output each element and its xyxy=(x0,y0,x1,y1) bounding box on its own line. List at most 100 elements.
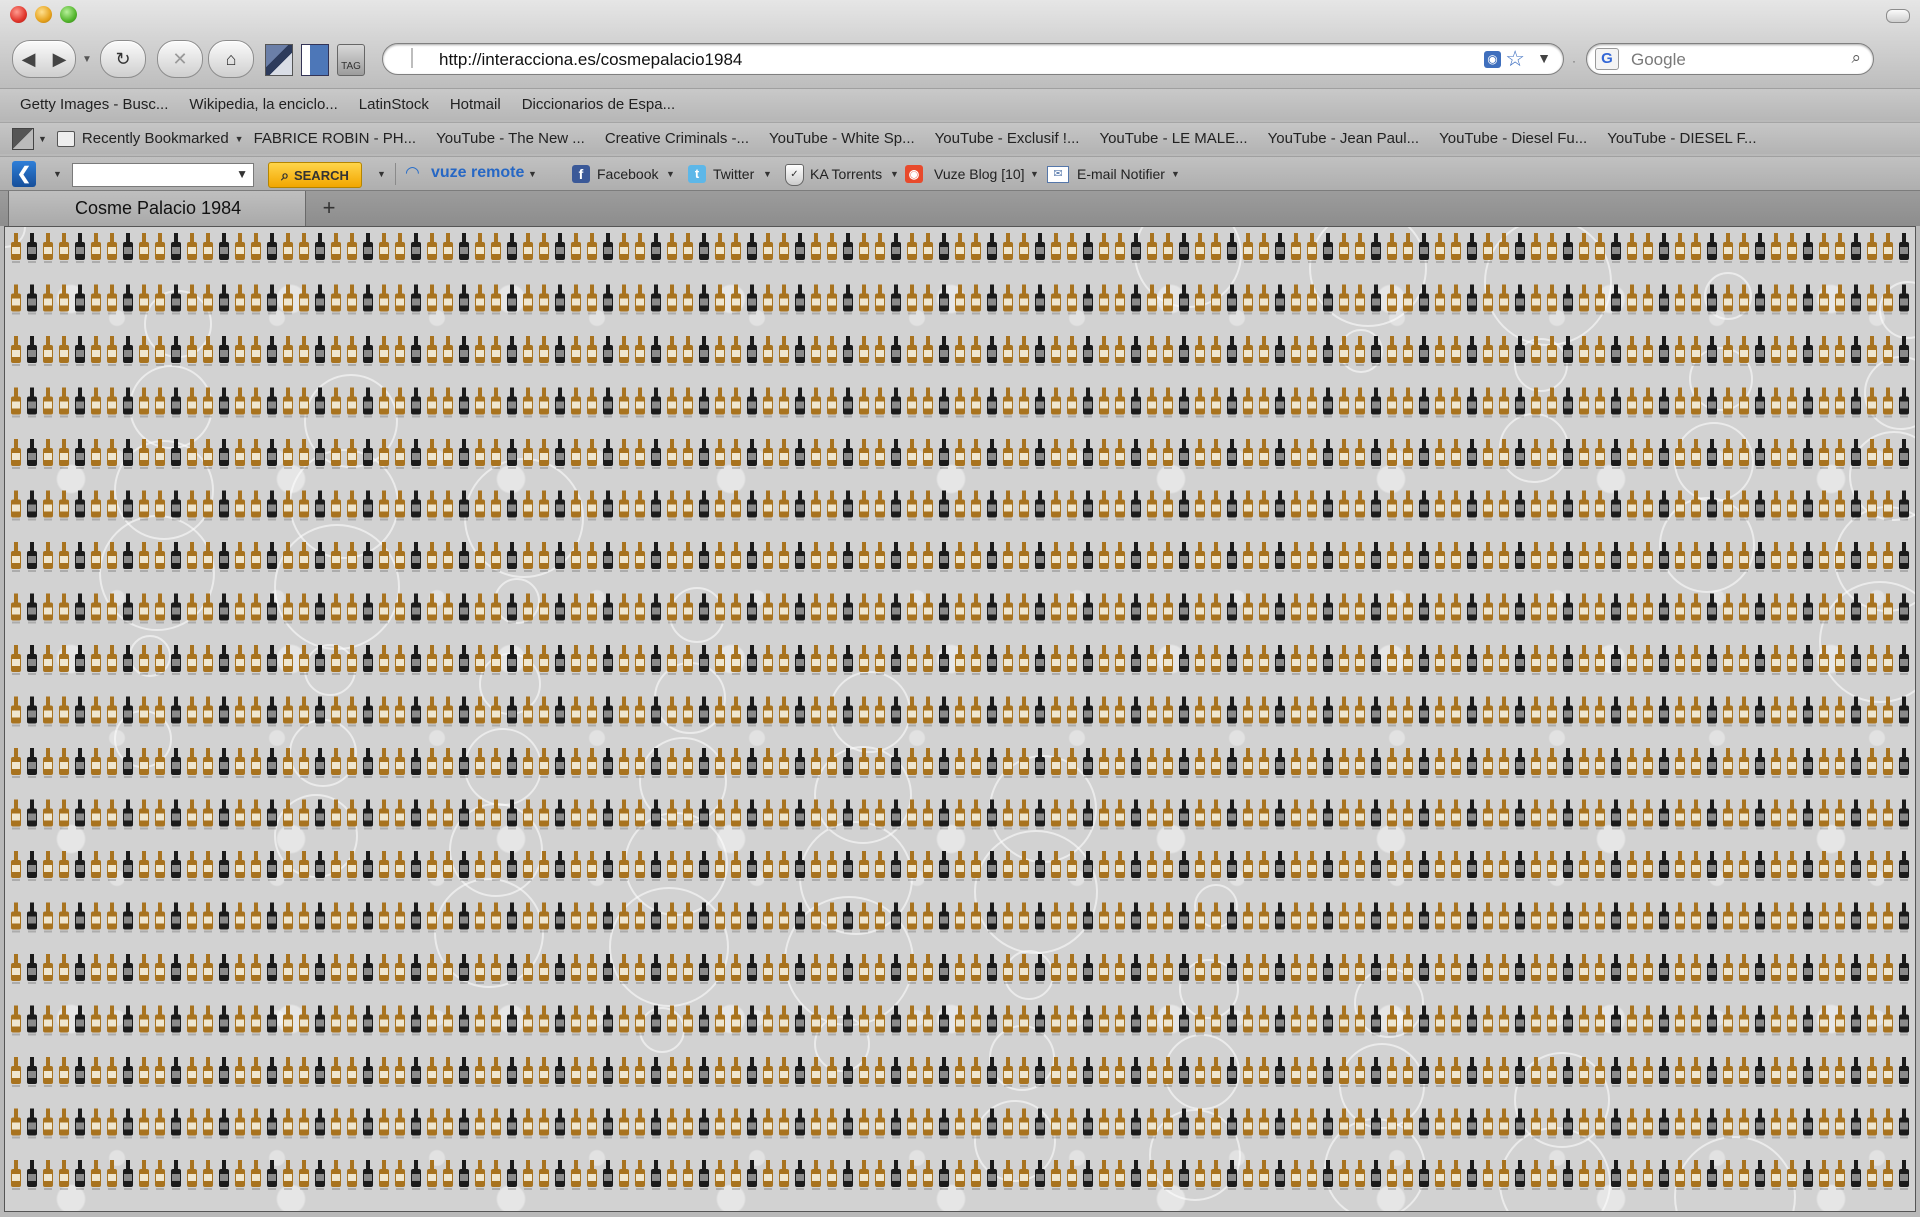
rss-feed-icon[interactable]: ◉ xyxy=(1484,51,1501,68)
bookmark-getty[interactable]: Getty Images - Busc... xyxy=(20,96,168,113)
vuze-remote-button[interactable]: vuze remote xyxy=(431,164,524,182)
bookmark-latinstock[interactable]: LatinStock xyxy=(359,96,429,113)
search-options-dropdown-icon[interactable]: ▼ xyxy=(377,169,386,179)
bottle-icon xyxy=(59,439,69,469)
bottle-icon xyxy=(1675,1005,1685,1036)
search-box[interactable]: G Google ⌕ xyxy=(1586,43,1874,75)
google-engine-icon[interactable]: G xyxy=(1595,48,1619,70)
tag-icon[interactable]: TAG xyxy=(337,44,365,76)
twitter-button[interactable]: Twitter xyxy=(713,166,754,182)
vuze-search-input[interactable]: ▼ xyxy=(72,163,254,187)
bottle-icon xyxy=(475,490,485,521)
vuze-search-button[interactable]: ⌕ SEARCH xyxy=(268,162,362,188)
smart-bookmarks-icon[interactable] xyxy=(12,127,34,150)
folder-icon xyxy=(56,130,75,147)
bookmark-item[interactable]: YouTube - Jean Paul... xyxy=(1268,130,1420,147)
bottle-icon xyxy=(235,542,245,572)
chevron-down-icon[interactable]: ▼ xyxy=(236,167,248,181)
vuze-blog-dropdown-icon[interactable]: ▼ xyxy=(1030,169,1039,179)
address-bar[interactable]: http://interacciona.es/cosmepalacio1984 … xyxy=(382,43,1564,75)
minimize-window-button[interactable] xyxy=(35,6,52,23)
bottle-icon xyxy=(251,1005,261,1036)
bottle-icon xyxy=(1371,645,1381,675)
bottle-icon xyxy=(1403,954,1413,984)
new-tab-button[interactable]: + xyxy=(316,195,342,221)
search-magnifier-icon[interactable]: ⌕ xyxy=(1851,48,1861,68)
vuze-blog-button[interactable]: Vuze Blog [10] xyxy=(934,166,1025,182)
bottle-icon xyxy=(59,748,69,778)
history-dropdown-icon[interactable]: ▼ xyxy=(82,54,92,65)
stop-button[interactable]: ✕ xyxy=(157,40,203,78)
bottle-icon xyxy=(1387,233,1397,263)
forward-icon[interactable]: ▶ xyxy=(53,49,67,70)
bottle-icon xyxy=(651,593,661,624)
bottle-icon xyxy=(971,696,981,727)
vuze-menu-dropdown-icon[interactable]: ▼ xyxy=(53,169,62,179)
vuze-remote-dropdown-icon[interactable]: ▼ xyxy=(528,169,537,179)
bottle-icon xyxy=(523,1108,533,1139)
bookmark-item[interactable]: YouTube - The New ... xyxy=(436,130,585,147)
sidebar-toggle-icon[interactable] xyxy=(301,44,329,76)
tab-cosme-palacio[interactable]: Cosme Palacio 1984 xyxy=(8,191,306,226)
recently-bookmarked-folder[interactable]: Recently Bookmarked xyxy=(82,130,229,147)
vuze-logo-icon[interactable]: ❮ xyxy=(12,161,36,187)
bottle-icon xyxy=(1323,593,1333,624)
bottle-icon xyxy=(1595,748,1605,778)
bookmark-star-icon[interactable]: ☆ xyxy=(1505,46,1525,72)
bookmark-item[interactable]: YouTube - Exclusif !... xyxy=(935,130,1080,147)
smart-bookmarks-dropdown-icon[interactable]: ▼ xyxy=(38,134,47,144)
bottle-icon xyxy=(475,542,485,572)
bottle-icon xyxy=(155,439,165,469)
facebook-button[interactable]: Facebook xyxy=(597,166,658,182)
bottle-icon xyxy=(1723,902,1733,933)
bottle-icon xyxy=(1579,490,1589,521)
bookmark-item[interactable]: Creative Criminals -... xyxy=(605,130,749,147)
ka-torrents-dropdown-icon[interactable]: ▼ xyxy=(890,169,899,179)
bookmark-wikipedia[interactable]: Wikipedia, la enciclo... xyxy=(189,96,337,113)
bottle-icon xyxy=(1467,336,1477,366)
bottle-icon xyxy=(523,902,533,933)
bottle-icon xyxy=(715,1005,725,1036)
bottle-icon xyxy=(283,954,293,984)
twitter-dropdown-icon[interactable]: ▼ xyxy=(763,169,772,179)
bookmark-hotmail[interactable]: Hotmail xyxy=(450,96,501,113)
ka-torrents-button[interactable]: KA Torrents xyxy=(810,166,882,182)
email-notifier-dropdown-icon[interactable]: ▼ xyxy=(1171,169,1180,179)
bookmark-item[interactable]: YouTube - DIESEL F... xyxy=(1607,130,1756,147)
back-icon[interactable]: ◀ xyxy=(22,49,36,70)
site-identity-icon[interactable] xyxy=(411,48,427,68)
toolbar-toggle-button[interactable] xyxy=(1886,9,1910,23)
address-text[interactable]: http://interacciona.es/cosmepalacio1984 xyxy=(439,50,742,70)
zoom-window-button[interactable] xyxy=(60,6,77,23)
facebook-dropdown-icon[interactable]: ▼ xyxy=(666,169,675,179)
bottle-icon xyxy=(491,748,501,778)
url-dropdown-icon[interactable]: ▼ xyxy=(1537,50,1551,66)
back-forward-button[interactable]: ◀ ▶ xyxy=(12,40,76,78)
bottle-icon xyxy=(283,233,293,263)
close-window-button[interactable] xyxy=(10,6,27,23)
bookmark-item[interactable]: YouTube - White Sp... xyxy=(769,130,915,147)
reload-button[interactable]: ↻ xyxy=(100,40,146,78)
bookmark-diccionarios[interactable]: Diccionarios de Espa... xyxy=(522,96,675,113)
bottle-icon xyxy=(123,1108,133,1139)
bottle-icon xyxy=(1403,799,1413,830)
home-button[interactable]: ⌂ xyxy=(208,40,254,78)
bottle-icon xyxy=(155,1108,165,1139)
bottle-icon xyxy=(299,490,309,521)
bottle-icon xyxy=(1323,851,1333,881)
recently-bookmarked-dropdown-icon[interactable]: ▼ xyxy=(235,134,244,144)
bottle-icon xyxy=(235,233,245,263)
bottle-icon xyxy=(91,902,101,933)
bottle-icon xyxy=(1083,1005,1093,1036)
bookmark-item[interactable]: FABRICE ROBIN - PH... xyxy=(254,130,417,147)
search-placeholder[interactable]: Google xyxy=(1631,50,1686,70)
toolbar-extension-icon[interactable] xyxy=(265,44,293,76)
bottle-icon xyxy=(1179,439,1189,469)
bookmark-item[interactable]: YouTube - LE MALE... xyxy=(1099,130,1247,147)
bottle-icon xyxy=(1723,696,1733,727)
toolbar-splitter[interactable]: · xyxy=(1572,54,1576,68)
bottle-icon xyxy=(1451,387,1461,418)
email-notifier-button[interactable]: E-mail Notifier xyxy=(1077,166,1165,182)
bookmark-item[interactable]: YouTube - Diesel Fu... xyxy=(1439,130,1587,147)
bottle-icon xyxy=(1435,542,1445,572)
